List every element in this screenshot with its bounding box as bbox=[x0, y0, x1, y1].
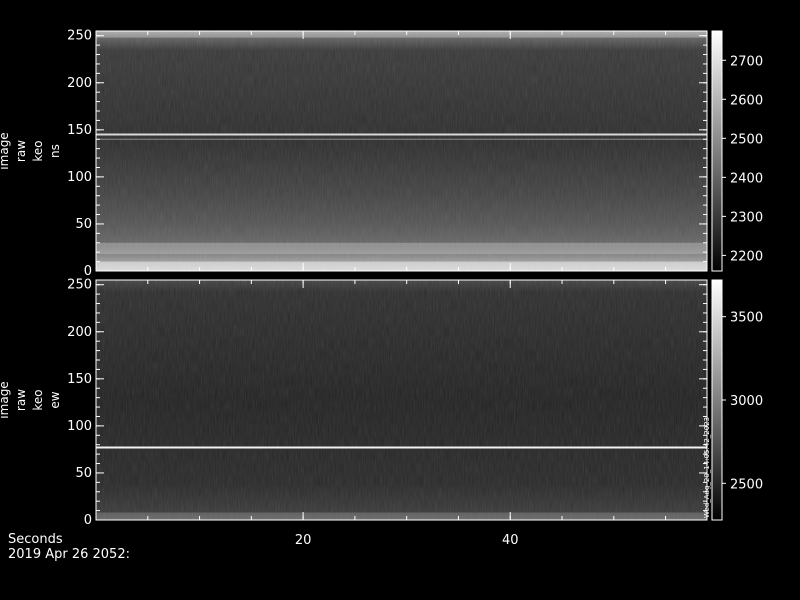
colorbar-tick-label: 3000 bbox=[730, 394, 763, 409]
colorbar-tick-label: 2600 bbox=[730, 93, 763, 108]
colorbar-tick-label: 2300 bbox=[730, 210, 763, 225]
y-axis-label-3: ns bbox=[48, 144, 62, 158]
y-axis-label-2: keo bbox=[31, 389, 45, 410]
colorbar-tick-label: 2500 bbox=[730, 477, 763, 492]
y-tick-label: 200 bbox=[67, 76, 92, 91]
keogram-panel-2: 0 50 100 150 200 250 20 40 image raw keo ew 2500 3000… bbox=[0, 278, 763, 548]
y-tick-label: 200 bbox=[67, 325, 92, 340]
keogram-band bbox=[96, 512, 707, 520]
keogram-band bbox=[96, 31, 707, 38]
colorbar-tick-label: 2200 bbox=[730, 249, 763, 264]
y-tick-label: 150 bbox=[67, 372, 92, 387]
keogram-band bbox=[96, 242, 707, 255]
y-tick-label: 0 bbox=[84, 513, 92, 528]
y-tick-label: 50 bbox=[75, 217, 92, 232]
colorbar-tick-label: 2400 bbox=[730, 171, 763, 186]
colorbar bbox=[711, 30, 723, 272]
keogram-figure: 050100150200250image raw keo ns220023002400… bbox=[0, 29, 763, 548]
y-tick-label: 250 bbox=[67, 29, 92, 44]
y-axis-label-0: image bbox=[0, 381, 11, 418]
y-tick-label: 50 bbox=[75, 466, 92, 481]
x-tick-label: 20 bbox=[295, 533, 312, 548]
y-tick-label: 100 bbox=[67, 419, 92, 434]
y-tick-label: 150 bbox=[67, 123, 92, 138]
keogram-noise bbox=[96, 31, 707, 271]
y-axis-label-1: raw bbox=[14, 389, 28, 411]
colorbar-tick-label: 2500 bbox=[730, 132, 763, 147]
keogram-panel-1: 050100150200250image raw keo ns220023002400… bbox=[0, 29, 763, 279]
keogram-noise bbox=[96, 280, 707, 520]
colorbar-side-text: Wed_Aug_20_14:05:42_2023 bbox=[703, 417, 711, 518]
y-tick-label: 100 bbox=[67, 170, 92, 185]
colorbar-tick-label: 3500 bbox=[730, 311, 763, 326]
x-tick-label: 40 bbox=[502, 533, 519, 548]
colorbar bbox=[711, 279, 723, 521]
x-axis-label: Seconds bbox=[8, 532, 63, 547]
colorbar-tick-label: 2700 bbox=[730, 54, 763, 69]
y-tick-label: 250 bbox=[67, 278, 92, 293]
keogram-band bbox=[96, 261, 707, 271]
y-axis-label-0: image bbox=[0, 132, 11, 169]
timestamp-label: 2019 Apr 26 2052: bbox=[8, 547, 130, 562]
y-axis-label-3: ew bbox=[48, 391, 62, 408]
y-axis-label-2: keo bbox=[31, 140, 45, 161]
y-axis-label-1: raw bbox=[14, 140, 28, 162]
